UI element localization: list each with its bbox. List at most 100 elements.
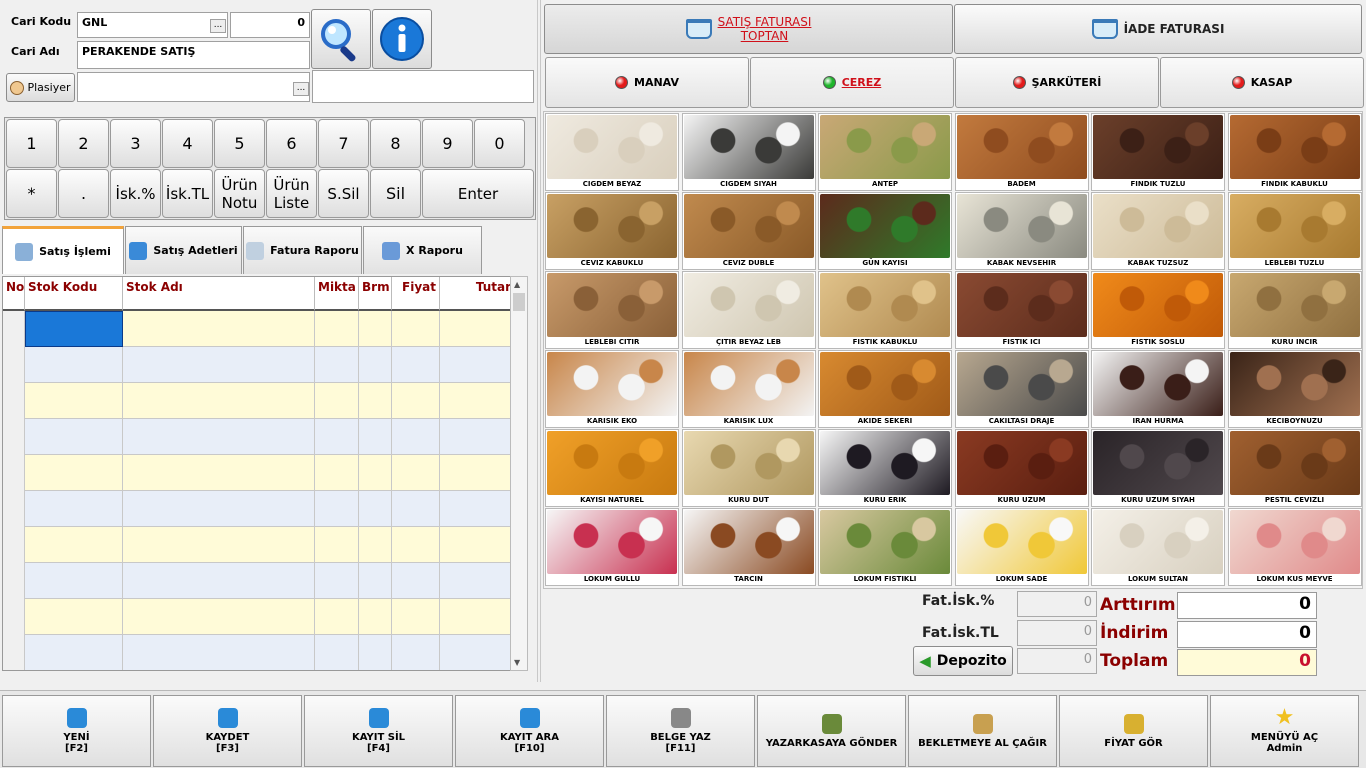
product-badem[interactable]: BADEM — [954, 113, 1089, 191]
product-kayisi-naturel[interactable]: KAYISI NATUREL — [545, 429, 679, 507]
table-cell[interactable] — [315, 563, 359, 599]
table-cell[interactable] — [315, 599, 359, 635]
product-ceviz-kabuklu[interactable]: CEVIZ KABUKLU — [545, 192, 679, 270]
product-keciboynuzu[interactable]: KECIBOYNUZU — [1227, 350, 1362, 428]
table-cell[interactable] — [3, 635, 25, 670]
table-cell[interactable] — [359, 311, 392, 347]
product-kuru-dut[interactable]: KURU DUT — [681, 429, 816, 507]
key-6[interactable]: 6 — [266, 119, 317, 168]
table-cell[interactable] — [440, 311, 513, 347]
tab-satış-adetleri[interactable]: Satış Adetleri — [125, 226, 242, 274]
category-manav[interactable]: MANAV — [545, 57, 749, 108]
table-row[interactable] — [3, 455, 513, 491]
table-cell[interactable] — [392, 311, 440, 347]
product-antep[interactable]: ANTEP — [818, 113, 952, 191]
plasiyer-browse-button[interactable]: ... — [293, 82, 309, 96]
col-stok-kodu[interactable]: Stok Kodu — [25, 277, 123, 311]
table-cell[interactable] — [3, 563, 25, 599]
tab-satış-i-şlemi[interactable]: Satış İşlemi — [2, 226, 124, 274]
table-cell[interactable] — [359, 383, 392, 419]
key-s-sil-6[interactable]: S.Sil — [318, 169, 369, 218]
table-cell[interactable] — [25, 347, 123, 383]
invoice-type-satiş-faturasi-toptan[interactable]: SATIŞ FATURASI TOPTAN — [544, 4, 953, 54]
fat-isk-pct-input[interactable]: 0 — [1017, 591, 1097, 617]
cari-adi-input[interactable]: PERAKENDE SATIŞ — [77, 41, 310, 69]
table-cell[interactable] — [359, 527, 392, 563]
table-cell[interactable] — [3, 491, 25, 527]
product-pestil-cevizli[interactable]: PESTIL CEVIZLI — [1227, 429, 1362, 507]
table-row[interactable] — [3, 347, 513, 383]
table-cell[interactable] — [359, 635, 392, 670]
depozito-button[interactable]: ◀ Depozito — [913, 646, 1013, 676]
sales-grid[interactable]: No Stok Kodu Stok Adı Mikta Brm Fiyat Tutar — [2, 276, 514, 671]
table-cell[interactable] — [315, 455, 359, 491]
key-4[interactable]: 4 — [162, 119, 213, 168]
key--0[interactable]: * — [6, 169, 57, 218]
table-cell[interactable] — [123, 491, 315, 527]
scroll-thumb[interactable] — [513, 293, 525, 311]
product-kuru-uzum-siyah[interactable]: KURU UZUM SIYAH — [1091, 429, 1225, 507]
table-cell[interactable] — [123, 635, 315, 670]
product-leblebi-tuzlu[interactable]: LEBLEBI TUZLU — [1227, 192, 1362, 270]
table-cell[interactable] — [3, 527, 25, 563]
table-cell[interactable] — [440, 527, 513, 563]
key-8[interactable]: 8 — [370, 119, 421, 168]
key-5[interactable]: 5 — [214, 119, 265, 168]
col-fiyat[interactable]: Fiyat — [392, 277, 440, 311]
product-ceviz-duble[interactable]: CEVIZ DUBLE — [681, 192, 816, 270]
table-row[interactable] — [3, 419, 513, 455]
category-cerez[interactable]: CEREZ — [750, 57, 954, 108]
product-fistik-kabuklu[interactable]: FISTIK KABUKLU — [818, 271, 952, 349]
table-row[interactable] — [3, 563, 513, 599]
key-ürün-notu-4[interactable]: Ürün Notu — [214, 169, 265, 218]
plasiyer-input[interactable] — [77, 72, 310, 102]
table-row[interactable] — [3, 527, 513, 563]
table-row[interactable] — [3, 599, 513, 635]
table-cell[interactable] — [315, 527, 359, 563]
table-cell[interactable] — [359, 419, 392, 455]
table-cell[interactable] — [123, 455, 315, 491]
table-cell[interactable] — [3, 419, 25, 455]
table-cell[interactable] — [123, 383, 315, 419]
key-7[interactable]: 7 — [318, 119, 369, 168]
key-i-sk-tl-3[interactable]: İsk.TL — [162, 169, 213, 218]
table-cell[interactable] — [392, 563, 440, 599]
table-cell[interactable] — [25, 383, 123, 419]
table-cell[interactable] — [315, 491, 359, 527]
plasiyer-button[interactable]: Plasiyer — [6, 73, 75, 102]
table-cell[interactable] — [3, 383, 25, 419]
footer-kayit-ara-button[interactable]: KAYIT ARA [F10] — [455, 695, 604, 767]
footer-belge-yaz-button[interactable]: BELGE YAZ [F11] — [606, 695, 755, 767]
footer-kayit-si-l-button[interactable]: KAYIT SİL [F4] — [304, 695, 453, 767]
table-row[interactable] — [3, 491, 513, 527]
product-kuru-uzum[interactable]: KURU UZUM — [954, 429, 1089, 507]
cari-kodu-browse-button[interactable]: ... — [210, 19, 226, 33]
footer-menüyü-aç-button[interactable]: ★ MENÜYÜ AÇ Admin — [1210, 695, 1359, 767]
table-cell[interactable] — [123, 527, 315, 563]
scroll-up-arrow-icon[interactable]: ▲ — [514, 280, 520, 289]
table-cell[interactable] — [440, 599, 513, 635]
col-brm[interactable]: Brm — [359, 277, 392, 311]
grid-scrollbar[interactable]: ▲ ▼ — [510, 276, 528, 671]
key-2[interactable]: 2 — [58, 119, 109, 168]
tab-fatura-raporu[interactable]: Fatura Raporu — [243, 226, 362, 274]
table-cell[interactable] — [123, 347, 315, 383]
product-çitir-beyaz-leb[interactable]: ÇITIR BEYAZ LEB — [681, 271, 816, 349]
product-cigdem-siyah[interactable]: CIGDEM SIYAH — [681, 113, 816, 191]
product-leblebi-citir[interactable]: LEBLEBI CITIR — [545, 271, 679, 349]
product-cigdem-beyaz[interactable]: CIGDEM BEYAZ — [545, 113, 679, 191]
table-cell[interactable] — [440, 455, 513, 491]
table-cell[interactable] — [123, 419, 315, 455]
table-cell[interactable] — [359, 563, 392, 599]
category-kasap[interactable]: KASAP — [1160, 57, 1364, 108]
table-cell[interactable] — [440, 491, 513, 527]
product-fistik-ici[interactable]: FISTIK ICI — [954, 271, 1089, 349]
table-cell[interactable] — [359, 491, 392, 527]
product-cakiltasi-draje[interactable]: CAKILTASI DRAJE — [954, 350, 1089, 428]
col-mikta[interactable]: Mikta — [315, 277, 359, 311]
table-cell[interactable] — [315, 347, 359, 383]
table-cell[interactable] — [440, 419, 513, 455]
key-i-sk-2[interactable]: İsk.% — [110, 169, 161, 218]
table-cell[interactable] — [315, 419, 359, 455]
table-cell[interactable] — [392, 527, 440, 563]
